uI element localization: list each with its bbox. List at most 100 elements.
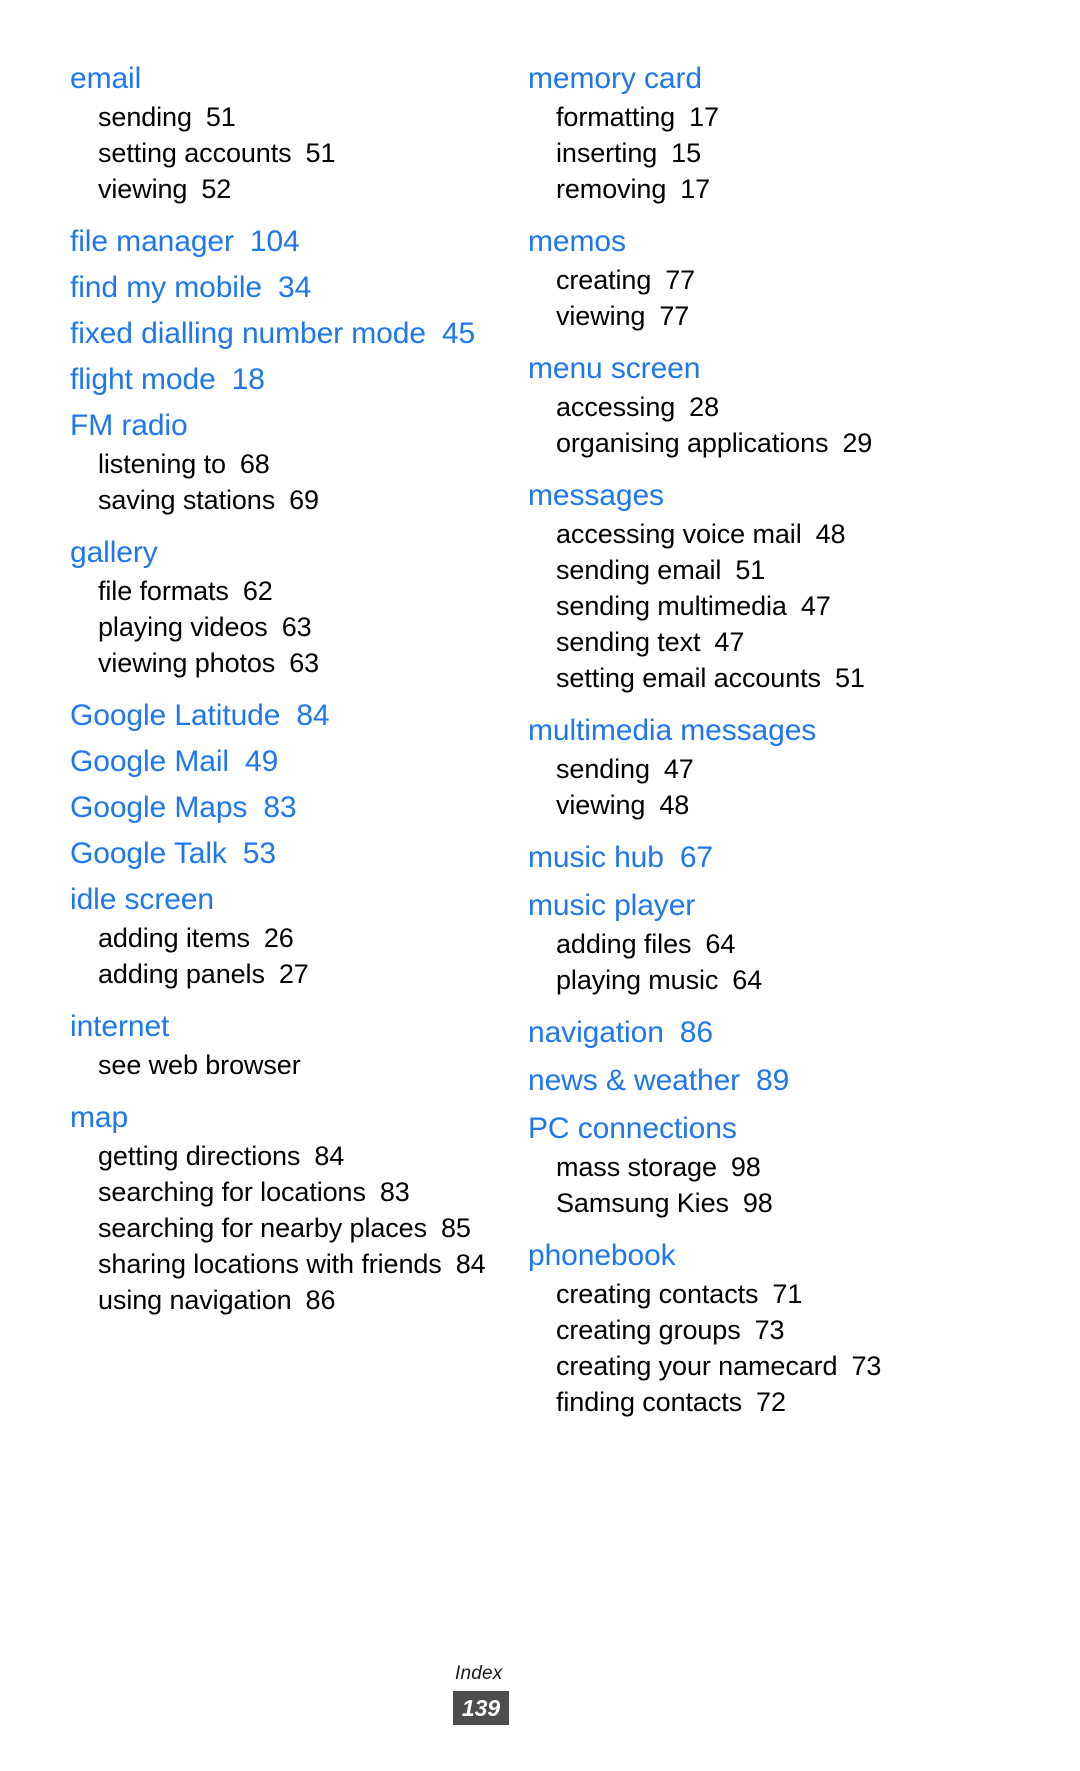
- index-entry-term[interactable]: memory card: [528, 56, 1060, 101]
- index-subentry-page-number: 84: [314, 1141, 345, 1171]
- index-subentry-text: see web browser: [98, 1050, 301, 1080]
- index-subentry-text: sending: [556, 754, 650, 784]
- index-entry: idle screen adding items 26 adding panels 27: [70, 877, 492, 992]
- index-subentry[interactable]: accessing 28: [528, 389, 1060, 425]
- index-entry-term[interactable]: phonebook: [528, 1233, 1060, 1278]
- index-entry-term[interactable]: memos: [528, 219, 1060, 264]
- index-entry-term[interactable]: PC connections: [528, 1106, 1060, 1151]
- index-term-page-number: 84: [296, 699, 330, 732]
- index-subentry[interactable]: playing music 64: [528, 962, 1060, 998]
- index-entry-term[interactable]: email: [70, 56, 492, 101]
- index-term-text: map: [70, 1101, 129, 1134]
- index-subentry[interactable]: sharing locations with friends 84: [70, 1246, 492, 1282]
- index-subentry[interactable]: see web browser: [70, 1047, 492, 1083]
- index-subentry[interactable]: getting directions 84: [70, 1138, 492, 1174]
- index-subentry-text: formatting: [556, 102, 676, 132]
- index-subentry-text: searching for nearby places: [98, 1213, 427, 1243]
- index-subentry[interactable]: mass storage 98: [528, 1149, 1060, 1185]
- index-entry-term[interactable]: gallery: [70, 530, 492, 575]
- index-subentry[interactable]: inserting 15: [528, 135, 1060, 171]
- index-subentry[interactable]: adding files 64: [528, 926, 1060, 962]
- index-subentry[interactable]: sending multimedia 47: [528, 588, 1060, 624]
- index-entry-term[interactable]: FM radio: [70, 403, 492, 448]
- index-subentry-page-number: 47: [800, 591, 831, 621]
- index-term-page-number: 18: [231, 363, 265, 396]
- index-entry-term[interactable]: music player: [528, 883, 1060, 928]
- index-entry-term[interactable]: multimedia messages: [528, 708, 1060, 753]
- index-subentry[interactable]: creating your namecard 73: [528, 1348, 1060, 1384]
- index-entry-term[interactable]: Google Maps 83: [70, 785, 492, 830]
- index-entry: file manager 104: [70, 219, 492, 264]
- index-subentry-text: creating your namecard: [556, 1351, 838, 1381]
- index-subentry[interactable]: playing videos 63: [70, 609, 492, 645]
- index-term-text: PC connections: [528, 1112, 737, 1145]
- index-entry-term[interactable]: messages: [528, 473, 1060, 518]
- index-entry-term[interactable]: Google Mail 49: [70, 739, 492, 784]
- index-subentry-page-number: 85: [441, 1213, 471, 1243]
- index-columns: email sending 51 setting accounts 51 viewing 5…: [0, 56, 1080, 1432]
- index-subentry[interactable]: sending text 47: [528, 624, 1060, 660]
- index-subentry-text: removing: [556, 174, 667, 204]
- index-subentry-page-number: 77: [665, 265, 696, 295]
- index-subentry[interactable]: removing 17: [528, 171, 1060, 207]
- index-entry-term[interactable]: menu screen: [528, 346, 1060, 391]
- index-entry-term[interactable]: news & weather 89: [528, 1058, 1060, 1103]
- index-entry-term[interactable]: flight mode 18: [70, 357, 492, 402]
- index-entry-term[interactable]: idle screen: [70, 877, 492, 922]
- index-entry-term[interactable]: navigation 86: [528, 1010, 1060, 1055]
- index-entry-term[interactable]: file manager 104: [70, 219, 492, 264]
- index-subentry-page-number: 84: [455, 1249, 486, 1279]
- index-subentry[interactable]: searching for locations 83: [70, 1174, 492, 1210]
- index-term-page-number: 53: [242, 837, 276, 870]
- index-subentry[interactable]: searching for nearby places 85: [70, 1210, 492, 1246]
- index-subentry-page-number: 63: [281, 612, 312, 642]
- index-term-text: news & weather: [528, 1064, 741, 1097]
- index-subentry[interactable]: adding panels 27: [70, 956, 492, 992]
- index-subentry[interactable]: listening to 68: [70, 446, 492, 482]
- index-subentry[interactable]: sending 47: [528, 751, 1060, 787]
- footer-section-label: Index: [455, 1663, 503, 1684]
- index-subentry[interactable]: viewing 77: [528, 298, 1060, 334]
- index-term-text: Google Mail: [70, 745, 229, 778]
- index-subentry[interactable]: saving stations 69: [70, 482, 492, 518]
- index-subentry-text: getting directions: [98, 1141, 301, 1171]
- index-entry-term[interactable]: map: [70, 1095, 492, 1140]
- index-subentry[interactable]: file formats 62: [70, 573, 492, 609]
- index-subentry[interactable]: viewing 48: [528, 787, 1060, 823]
- index-entry-term[interactable]: Google Latitude 84: [70, 693, 492, 738]
- index-entry-term[interactable]: fixed dialling number mode 45: [70, 311, 492, 356]
- index-subentry[interactable]: finding contacts 72: [528, 1384, 1060, 1420]
- index-subentry[interactable]: viewing 52: [70, 171, 492, 207]
- index-entry: navigation 86: [528, 1010, 1060, 1055]
- index-subentry[interactable]: creating groups 73: [528, 1312, 1060, 1348]
- index-subentry-text: creating: [556, 265, 652, 295]
- index-subentry[interactable]: creating contacts 71: [528, 1276, 1060, 1312]
- index-subentry[interactable]: setting accounts 51: [70, 135, 492, 171]
- index-entry: internet see web browser: [70, 1004, 492, 1083]
- index-subentry[interactable]: formatting 17: [528, 99, 1060, 135]
- index-subentry[interactable]: creating 77: [528, 262, 1060, 298]
- index-subentry[interactable]: setting email accounts 51: [528, 660, 1060, 696]
- index-subentry-text: organising applications: [556, 428, 829, 458]
- index-term-text: find my mobile: [70, 271, 263, 304]
- index-subentry-page-number: 27: [278, 959, 309, 989]
- index-subentry[interactable]: accessing voice mail 48: [528, 516, 1060, 552]
- index-subentry[interactable]: sending 51: [70, 99, 492, 135]
- index-entry-term[interactable]: Google Talk 53: [70, 831, 492, 876]
- index-subentry-text: accessing voice mail: [556, 519, 802, 549]
- index-term-page-number: 45: [441, 317, 476, 350]
- index-subentry-text: setting accounts: [98, 138, 292, 168]
- index-entry: Google Latitude 84: [70, 693, 492, 738]
- index-subentry[interactable]: sending email 51: [528, 552, 1060, 588]
- index-subentry-page-number: 15: [671, 138, 701, 168]
- index-entry-term[interactable]: internet: [70, 1004, 492, 1049]
- index-subentry[interactable]: viewing photos 63: [70, 645, 492, 681]
- index-subentry[interactable]: adding items 26: [70, 920, 492, 956]
- index-subentry[interactable]: Samsung Kies 98: [528, 1185, 1060, 1221]
- index-subentry-page-number: 48: [815, 519, 846, 549]
- index-subentry[interactable]: using navigation 86: [70, 1282, 492, 1318]
- index-subentry[interactable]: organising applications 29: [528, 425, 1060, 461]
- index-entry-term[interactable]: find my mobile 34: [70, 265, 492, 310]
- index-entry: gallery file formats 62 playing videos 63 vie…: [70, 530, 492, 681]
- index-entry-term[interactable]: music hub 67: [528, 835, 1060, 880]
